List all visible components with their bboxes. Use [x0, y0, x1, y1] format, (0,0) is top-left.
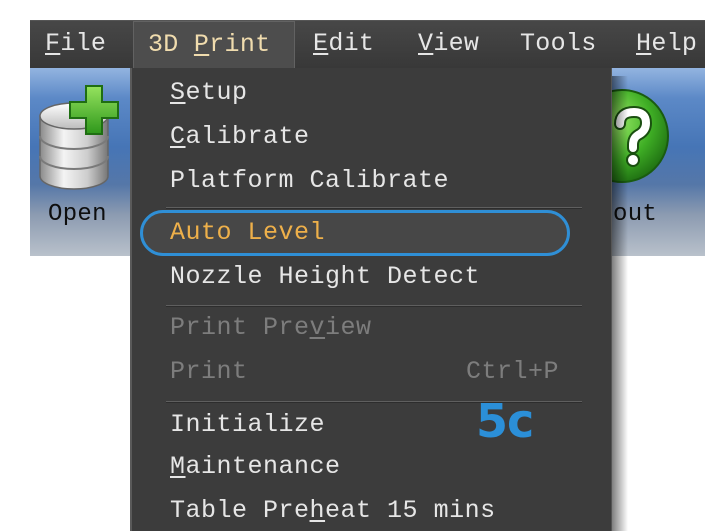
open-button[interactable]: Open	[34, 68, 130, 256]
menu-item-print: Print Ctrl+P	[170, 352, 602, 392]
menu-item-auto-level[interactable]: Auto Level	[170, 213, 602, 253]
menu-item-platform-calibrate[interactable]: Platform Calibrate	[170, 161, 602, 201]
menu-item-label: Print	[170, 357, 248, 386]
mnemonic-underline: v	[309, 313, 326, 342]
mnemonic-underline: F	[45, 29, 61, 58]
menu-help-label: Help	[636, 29, 698, 58]
menu-separator	[166, 207, 582, 208]
menu-item-initialize[interactable]: Initialize	[170, 405, 602, 445]
menu-item-label: Print Preview	[170, 313, 372, 342]
mnemonic-underline: S	[170, 78, 186, 107]
menu-item-label: Setup	[170, 78, 248, 107]
database-add-icon	[39, 85, 119, 190]
shortcut-label: Ctrl+P	[466, 357, 560, 386]
open-button-label: Open	[48, 201, 107, 228]
menu-shadow	[612, 76, 628, 531]
menu-3d-print-label: 3D Print	[148, 30, 271, 59]
mnemonic-underline: H	[636, 29, 652, 58]
menu-help[interactable]: Help	[636, 21, 697, 68]
menu-item-label: Table Preheat 15 mins	[170, 496, 496, 525]
3d-print-dropdown-menu: Setup Calibrate Platform Calibrate Auto …	[130, 68, 612, 531]
menu-edit[interactable]: Edit	[313, 21, 374, 68]
menu-3d-print[interactable]: 3D Print	[133, 21, 295, 68]
menu-item-label: Initialize	[170, 410, 326, 439]
menu-item-maintenance[interactable]: Maintenance	[170, 447, 602, 487]
menu-item-label: Platform Calibrate	[170, 166, 450, 195]
menu-view[interactable]: View	[418, 21, 479, 68]
menu-view-label: View	[418, 29, 480, 58]
menu-edit-label: Edit	[313, 29, 375, 58]
mnemonic-underline: V	[418, 29, 434, 58]
menu-item-label: Nozzle Height Detect	[170, 262, 481, 291]
menu-item-label: Calibrate	[170, 122, 310, 151]
menu-item-calibrate[interactable]: Calibrate	[170, 117, 602, 157]
mnemonic-underline: E	[313, 29, 329, 58]
menu-file-label: File	[45, 29, 107, 58]
menu-separator	[166, 305, 582, 306]
mnemonic-underline: C	[170, 122, 186, 151]
mnemonic-underline: h	[309, 496, 326, 525]
app-window: File 3D Print Edit View Tools Help Open …	[0, 0, 705, 531]
menu-item-print-preview: Print Preview	[170, 308, 602, 348]
menu-tools-label: Tools	[520, 29, 597, 58]
menu-bar: File 3D Print Edit View Tools Help	[30, 20, 705, 68]
menu-item-nozzle-height-detect[interactable]: Nozzle Height Detect	[170, 257, 602, 297]
mnemonic-underline: M	[170, 452, 186, 481]
step-annotation: 5c	[476, 394, 534, 448]
menu-item-label: Maintenance	[170, 452, 341, 481]
menu-item-label: Auto Level	[170, 218, 326, 247]
menu-item-table-preheat[interactable]: Table Preheat 15 mins	[170, 491, 602, 531]
menu-item-setup[interactable]: Setup	[170, 73, 602, 113]
menu-tools[interactable]: Tools	[520, 21, 597, 68]
menu-file[interactable]: File	[45, 21, 106, 68]
mnemonic-underline: P	[193, 30, 210, 59]
